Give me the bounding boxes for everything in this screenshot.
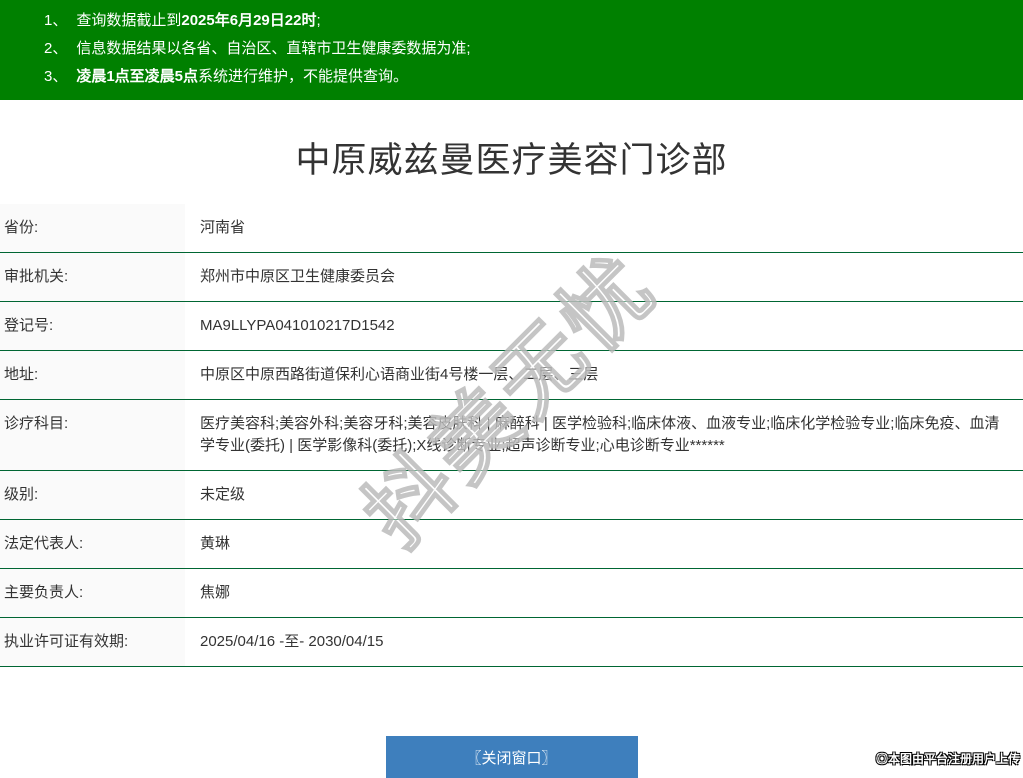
notice-text: ; xyxy=(316,12,320,29)
row-value: 黄琳 xyxy=(185,520,1023,568)
row-value: 郑州市中原区卫生健康委员会 xyxy=(185,253,1023,301)
table-row-legal-representative: 法定代表人: 黄琳 xyxy=(0,520,1023,569)
row-value: 中原区中原西路街道保利心语商业街4号楼一层、二层、三层 xyxy=(185,351,1023,399)
row-value: 焦娜 xyxy=(185,569,1023,617)
institution-info-table: 省份: 河南省 审批机关: 郑州市中原区卫生健康委员会 登记号: MA9LLYP… xyxy=(0,204,1023,667)
page-title: 中原威兹曼医疗美容门诊部 xyxy=(0,132,1023,183)
close-window-button[interactable]: 〖关闭窗口〗 xyxy=(386,736,638,778)
row-label: 诊疗科目: xyxy=(0,400,185,470)
notice-number: 3、 xyxy=(44,68,67,85)
notice-text-bold: 2025年6月29日22时 xyxy=(181,12,316,29)
notice-line: 3、凌晨1点至凌晨5点系统进行维护，不能提供查询。 xyxy=(44,63,1013,91)
notice-text: 查询数据截止到 xyxy=(76,12,181,29)
row-value: 河南省 xyxy=(185,204,1023,252)
table-row-main-person-in-charge: 主要负责人: 焦娜 xyxy=(0,569,1023,618)
table-row-level: 级别: 未定级 xyxy=(0,471,1023,520)
table-row-medical-subjects: 诊疗科目: 医疗美容科;美容外科;美容牙科;美容皮肤科 | 麻醉科 | 医学检验… xyxy=(0,400,1023,471)
row-label: 法定代表人: xyxy=(0,520,185,568)
row-label: 登记号: xyxy=(0,302,185,350)
row-value: 未定级 xyxy=(185,471,1023,519)
button-container: 〖关闭窗口〗 xyxy=(0,736,1023,778)
notice-text: 系统进行维护，不能提供查询。 xyxy=(198,68,408,85)
notice-text: 信息数据结果以各省、自治区、直辖市卫生健康委数据为准; xyxy=(76,40,470,57)
notice-number: 1、 xyxy=(44,12,67,29)
query-result-page: { "notice_bar": { "items": [ { "num": "1… xyxy=(0,0,1023,770)
table-row-address: 地址: 中原区中原西路街道保利心语商业街4号楼一层、二层、三层 xyxy=(0,351,1023,400)
notice-line: 2、信息数据结果以各省、自治区、直辖市卫生健康委数据为准; xyxy=(44,35,1013,63)
upload-copyright-note: ◎本图由平台注册用户上传 xyxy=(876,750,1020,767)
row-value: 医疗美容科;美容外科;美容牙科;美容皮肤科 | 麻醉科 | 医学检验科;临床体液… xyxy=(185,400,1023,470)
notice-number: 2、 xyxy=(44,40,67,57)
table-row-registration-number: 登记号: MA9LLYPA041010217D1542 xyxy=(0,302,1023,351)
row-value: 2025/04/16 -至- 2030/04/15 xyxy=(185,618,1023,666)
notice-line: 1、查询数据截止到2025年6月29日22时; xyxy=(44,7,1013,35)
row-label: 地址: xyxy=(0,351,185,399)
table-row-approval-authority: 审批机关: 郑州市中原区卫生健康委员会 xyxy=(0,253,1023,302)
row-label: 省份: xyxy=(0,204,185,252)
row-label: 执业许可证有效期: xyxy=(0,618,185,666)
notice-text-bold: 凌晨1点至凌晨5点 xyxy=(76,68,198,85)
table-row-province: 省份: 河南省 xyxy=(0,204,1023,253)
notice-bar: 1、查询数据截止到2025年6月29日22时; 2、信息数据结果以各省、自治区、… xyxy=(0,0,1023,100)
table-row-license-validity: 执业许可证有效期: 2025/04/16 -至- 2030/04/15 xyxy=(0,618,1023,667)
row-label: 审批机关: xyxy=(0,253,185,301)
row-value: MA9LLYPA041010217D1542 xyxy=(185,302,1023,350)
row-label: 主要负责人: xyxy=(0,569,185,617)
row-label: 级别: xyxy=(0,471,185,519)
